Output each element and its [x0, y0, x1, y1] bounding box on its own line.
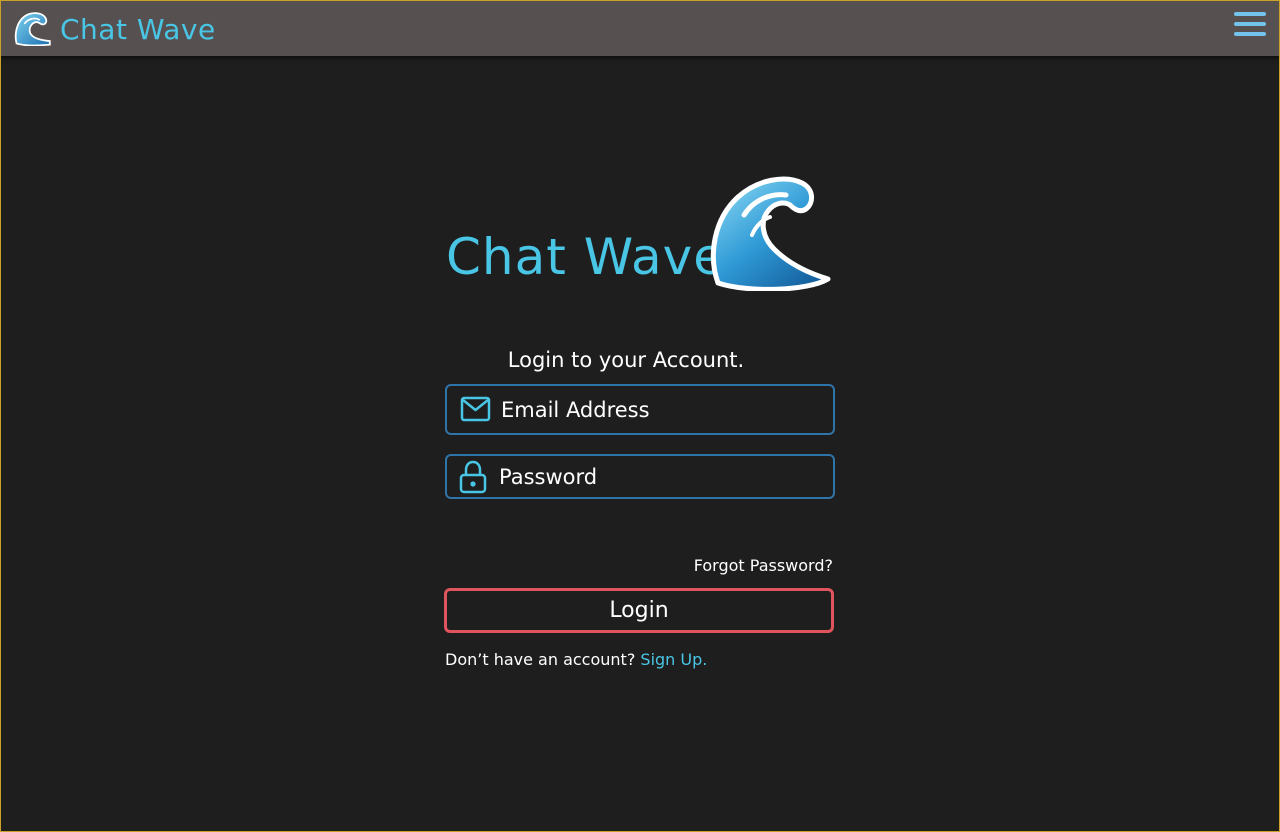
email-field[interactable] [445, 384, 835, 435]
envelope-icon [460, 396, 491, 422]
hero-branding: Chat Wave [446, 175, 846, 295]
forgot-password-link[interactable]: Forgot Password? [600, 554, 833, 578]
email-input[interactable] [501, 386, 825, 433]
lock-icon [459, 460, 487, 494]
wave-icon[interactable] [13, 10, 51, 46]
top-navbar: Chat Wave [0, 0, 1280, 56]
signup-prompt: Don’t have an account? Sign Up. [445, 648, 707, 672]
hero-title: Chat Wave [446, 228, 725, 286]
signup-link[interactable]: Sign Up. [640, 650, 707, 669]
navbar-title[interactable]: Chat Wave [60, 12, 216, 48]
password-input[interactable] [499, 456, 825, 497]
hamburger-menu-icon[interactable] [1233, 10, 1267, 38]
login-subtitle: Login to your Account. [507, 348, 745, 372]
wave-icon [710, 176, 831, 291]
signup-prompt-text: Don’t have an account? [445, 650, 636, 669]
login-button[interactable]: Login [444, 588, 834, 633]
password-field[interactable] [445, 454, 835, 499]
